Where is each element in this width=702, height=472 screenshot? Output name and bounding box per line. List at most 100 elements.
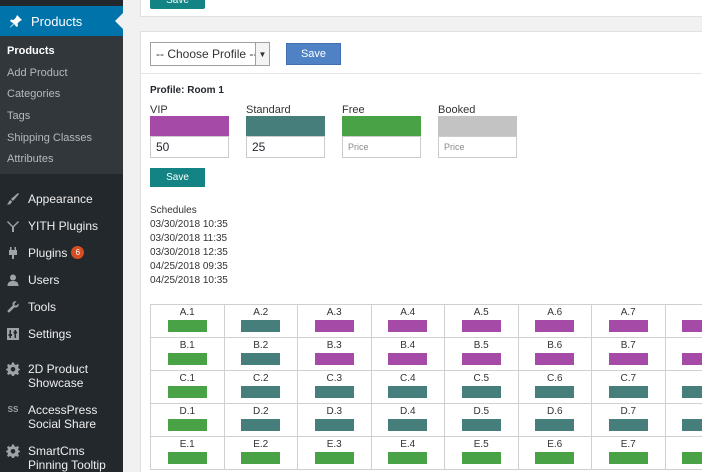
- save-button-top[interactable]: Save: [150, 0, 205, 9]
- seat-cell[interactable]: C.5: [445, 371, 519, 404]
- seat-status-bar[interactable]: [535, 353, 575, 365]
- seat-status-bar[interactable]: [682, 386, 702, 398]
- seat-status-bar[interactable]: [314, 419, 354, 431]
- free-price-input[interactable]: Price: [342, 136, 421, 158]
- seat-cell[interactable]: D.7: [592, 404, 666, 437]
- seat-cell[interactable]: E.4: [371, 437, 445, 470]
- seat-cell[interactable]: A.5: [445, 305, 519, 338]
- seat-cell[interactable]: A.3: [298, 305, 372, 338]
- seat-status-bar[interactable]: [167, 353, 207, 365]
- seat-cell[interactable]: D.5: [445, 404, 519, 437]
- seat-cell[interactable]: C.3: [298, 371, 372, 404]
- sidebar-item-accesspress-social-share[interactable]: SS AccessPress Social Share: [0, 403, 123, 431]
- seat-status-bar[interactable]: [241, 452, 281, 464]
- seat-cell[interactable]: E.1: [151, 437, 225, 470]
- submenu-item-shipping-classes[interactable]: Shipping Classes: [7, 132, 92, 144]
- seat-status-bar[interactable]: [682, 353, 702, 365]
- booked-price-input[interactable]: Price: [438, 136, 517, 158]
- seat-cell[interactable]: [665, 305, 702, 338]
- seat-cell[interactable]: B.6: [518, 338, 592, 371]
- seat-status-bar[interactable]: [388, 452, 428, 464]
- seat-cell[interactable]: C.7: [592, 371, 666, 404]
- sidebar-item-appearance[interactable]: Appearance: [0, 192, 123, 206]
- seat-status-bar[interactable]: [461, 353, 501, 365]
- seat-status-bar[interactable]: [608, 419, 648, 431]
- seat-status-bar[interactable]: [167, 452, 207, 464]
- seat-cell[interactable]: E.7: [592, 437, 666, 470]
- vip-price-input[interactable]: 50: [150, 136, 229, 158]
- seat-cell[interactable]: B.3: [298, 338, 372, 371]
- legend-swatch-vip[interactable]: [150, 116, 229, 136]
- seat-status-bar[interactable]: [241, 419, 281, 431]
- legend-swatch-booked[interactable]: [438, 116, 517, 136]
- legend-swatch-standard[interactable]: [246, 116, 325, 136]
- schedule-item[interactable]: 04/25/2018 10:35: [150, 274, 228, 288]
- sidebar-item-settings[interactable]: Settings: [0, 327, 123, 341]
- submenu-item-tags[interactable]: Tags: [7, 110, 30, 122]
- seat-status-bar[interactable]: [608, 386, 648, 398]
- seat-status-bar[interactable]: [535, 452, 575, 464]
- seat-status-bar[interactable]: [461, 386, 501, 398]
- seat-cell[interactable]: D.3: [298, 404, 372, 437]
- seat-cell[interactable]: D.1: [151, 404, 225, 437]
- seat-cell[interactable]: E.6: [518, 437, 592, 470]
- submenu-item-attributes[interactable]: Attributes: [7, 153, 53, 165]
- seat-cell[interactable]: A.6: [518, 305, 592, 338]
- seat-status-bar[interactable]: [314, 386, 354, 398]
- seat-cell[interactable]: E.2: [224, 437, 298, 470]
- seat-cell[interactable]: B.5: [445, 338, 519, 371]
- schedule-item[interactable]: 03/30/2018 12:35: [150, 246, 228, 260]
- seat-status-bar[interactable]: [461, 320, 501, 332]
- seat-status-bar[interactable]: [535, 320, 575, 332]
- seat-status-bar[interactable]: [608, 353, 648, 365]
- seat-status-bar[interactable]: [241, 320, 281, 332]
- seat-status-bar[interactable]: [167, 419, 207, 431]
- schedule-item[interactable]: 03/30/2018 11:35: [150, 232, 228, 246]
- seat-status-bar[interactable]: [608, 320, 648, 332]
- submenu-item-categories[interactable]: Categories: [7, 88, 60, 100]
- profile-select[interactable]: -- Choose Profile -- ▼: [150, 42, 270, 66]
- save-prices-button[interactable]: Save: [150, 168, 205, 187]
- save-profile-button[interactable]: Save: [286, 43, 341, 65]
- seat-status-bar[interactable]: [314, 320, 354, 332]
- seat-status-bar[interactable]: [608, 452, 648, 464]
- seat-status-bar[interactable]: [388, 386, 428, 398]
- seat-cell[interactable]: C.6: [518, 371, 592, 404]
- seat-cell[interactable]: D.4: [371, 404, 445, 437]
- seat-cell[interactable]: C.4: [371, 371, 445, 404]
- seat-cell[interactable]: A.2: [224, 305, 298, 338]
- seat-status-bar[interactable]: [167, 386, 207, 398]
- seat-status-bar[interactable]: [535, 419, 575, 431]
- seat-status-bar[interactable]: [167, 320, 207, 332]
- seat-status-bar[interactable]: [314, 452, 354, 464]
- seat-status-bar[interactable]: [388, 353, 428, 365]
- seat-status-bar[interactable]: [682, 419, 702, 431]
- seat-cell[interactable]: A.7: [592, 305, 666, 338]
- seat-cell[interactable]: B.4: [371, 338, 445, 371]
- seat-status-bar[interactable]: [388, 419, 428, 431]
- legend-swatch-free[interactable]: [342, 116, 421, 136]
- seat-status-bar[interactable]: [388, 320, 428, 332]
- seat-cell[interactable]: C.1: [151, 371, 225, 404]
- seat-status-bar[interactable]: [535, 386, 575, 398]
- seat-status-bar[interactable]: [682, 320, 702, 332]
- schedule-item[interactable]: 04/25/2018 09:35: [150, 260, 228, 274]
- seat-cell[interactable]: D.2: [224, 404, 298, 437]
- schedule-item[interactable]: 03/30/2018 10:35: [150, 218, 228, 232]
- seat-status-bar[interactable]: [682, 452, 702, 464]
- seat-cell[interactable]: B.2: [224, 338, 298, 371]
- sidebar-item-products[interactable]: Products: [0, 6, 123, 36]
- seat-cell[interactable]: C.2: [224, 371, 298, 404]
- submenu-item-products[interactable]: Products: [7, 45, 55, 57]
- seat-cell[interactable]: A.4: [371, 305, 445, 338]
- seat-cell[interactable]: [665, 371, 702, 404]
- seat-status-bar[interactable]: [461, 452, 501, 464]
- seat-cell[interactable]: B.7: [592, 338, 666, 371]
- seat-cell[interactable]: B.1: [151, 338, 225, 371]
- seat-cell[interactable]: [665, 404, 702, 437]
- submenu-item-add-product[interactable]: Add Product: [7, 67, 68, 79]
- standard-price-input[interactable]: 25: [246, 136, 325, 158]
- seat-cell[interactable]: [665, 338, 702, 371]
- sidebar-item-tools[interactable]: Tools: [0, 300, 123, 314]
- seat-status-bar[interactable]: [314, 353, 354, 365]
